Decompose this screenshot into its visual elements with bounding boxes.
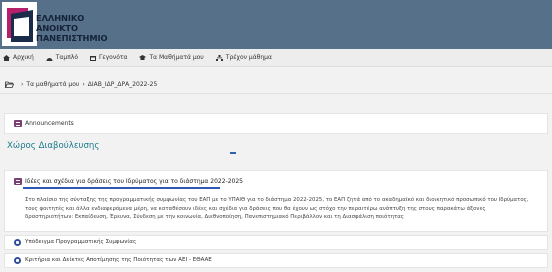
courses-icon: [139, 54, 147, 60]
description-line: τους φοιτητές και άλλα ενδιαφερόμενα μέρ…: [25, 205, 486, 212]
forum-description: Στο πλαίσιο της σύνταξης της προγραμματι…: [25, 196, 541, 222]
breadcrumb-separator: ›: [21, 81, 24, 88]
forum-icon: [14, 178, 22, 185]
site-header: ΕΛΛΗΝΙΚΟ ΑΝΟΙΚΤΟ ΠΑΝΕΠΙΣΤΗΜΙΟ: [0, 0, 552, 49]
nav-label: Ταμπλό: [55, 54, 79, 61]
calendar-icon: [90, 55, 97, 61]
nav-item-dashboard[interactable]: Ταμπλό: [46, 54, 78, 61]
breadcrumb-separator: ›: [82, 81, 85, 88]
folder-open-icon: [5, 81, 14, 88]
announcements-card: [4, 113, 548, 134]
nav-item-events[interactable]: Γεγονότα: [90, 54, 127, 61]
description-line: Στο πλαίσιο της σύνταξης της προγραμματι…: [25, 197, 529, 203]
main-navigation: Αρχική Ταμπλό Γεγονότα Τα Μαθήματά μου Τ…: [0, 49, 552, 67]
nav-label: Τρέχον μάθημα: [225, 54, 272, 61]
breadcrumb: › Τα μαθήματά μου › ΔΙΑΒ_ΙΔΡ_ΔΡΑ_2022-25: [5, 81, 157, 88]
nav-item-my-courses[interactable]: Τα Μαθήματά μου: [139, 54, 204, 61]
logo-line-1: ΕΛΛΗΝΙΚΟ: [36, 13, 85, 23]
logo-line-2: ΑΝΟΙΚΤΟ: [36, 23, 78, 33]
nav-label: Γεγονότα: [99, 54, 128, 61]
home-icon: [3, 54, 10, 61]
forum-icon: [14, 120, 22, 127]
description-line: δραστηριοτήτων: Εκπαίδευση, Έρευνα, Σύνδ…: [25, 214, 404, 221]
forum-title-underline: [23, 187, 220, 189]
nav-label: Αρχική: [13, 54, 34, 61]
section-title: Χώρος Διαβούλευσης: [7, 141, 100, 151]
nav-item-home[interactable]: Αρχική: [3, 54, 34, 61]
divider: [0, 93, 552, 94]
nav-label: Τα Μαθήματά μου: [149, 54, 204, 61]
university-logo-text: ΕΛΛΗΝΙΚΟ ΑΝΟΙΚΤΟ ΠΑΝΕΠΙΣΤΗΜΙΟ: [36, 13, 108, 43]
university-logo-icon[interactable]: [2, 2, 37, 46]
resource-link-agreement-template[interactable]: Υπόδειγμα Προγραμματικής Συμφωνίας: [25, 239, 136, 245]
forum-title-link[interactable]: Ιδέες και σχέδια για δράσεις του Ιδρύματ…: [25, 178, 243, 185]
dashboard-icon: [46, 57, 53, 61]
announcements-link[interactable]: Announcements: [25, 120, 74, 127]
document-icon: [14, 257, 21, 264]
document-icon: [14, 239, 21, 246]
logo-line-3: ΠΑΝΕΠΙΣΤΗΜΙΟ: [36, 33, 108, 43]
breadcrumb-my-courses[interactable]: Τα μαθήματά μου: [26, 81, 79, 88]
nav-item-current-course[interactable]: Τρέχον μάθημα: [215, 54, 272, 61]
loading-indicator: [230, 152, 236, 154]
breadcrumb-current-course[interactable]: ΔΙΑΒ_ΙΔΡ_ΔΡΑ_2022-25: [88, 81, 157, 88]
sitemap-icon: [215, 54, 223, 61]
resource-link-quality-criteria[interactable]: Κριτήρια και Δείκτες Αποτίμησης της Ποιό…: [25, 257, 212, 263]
